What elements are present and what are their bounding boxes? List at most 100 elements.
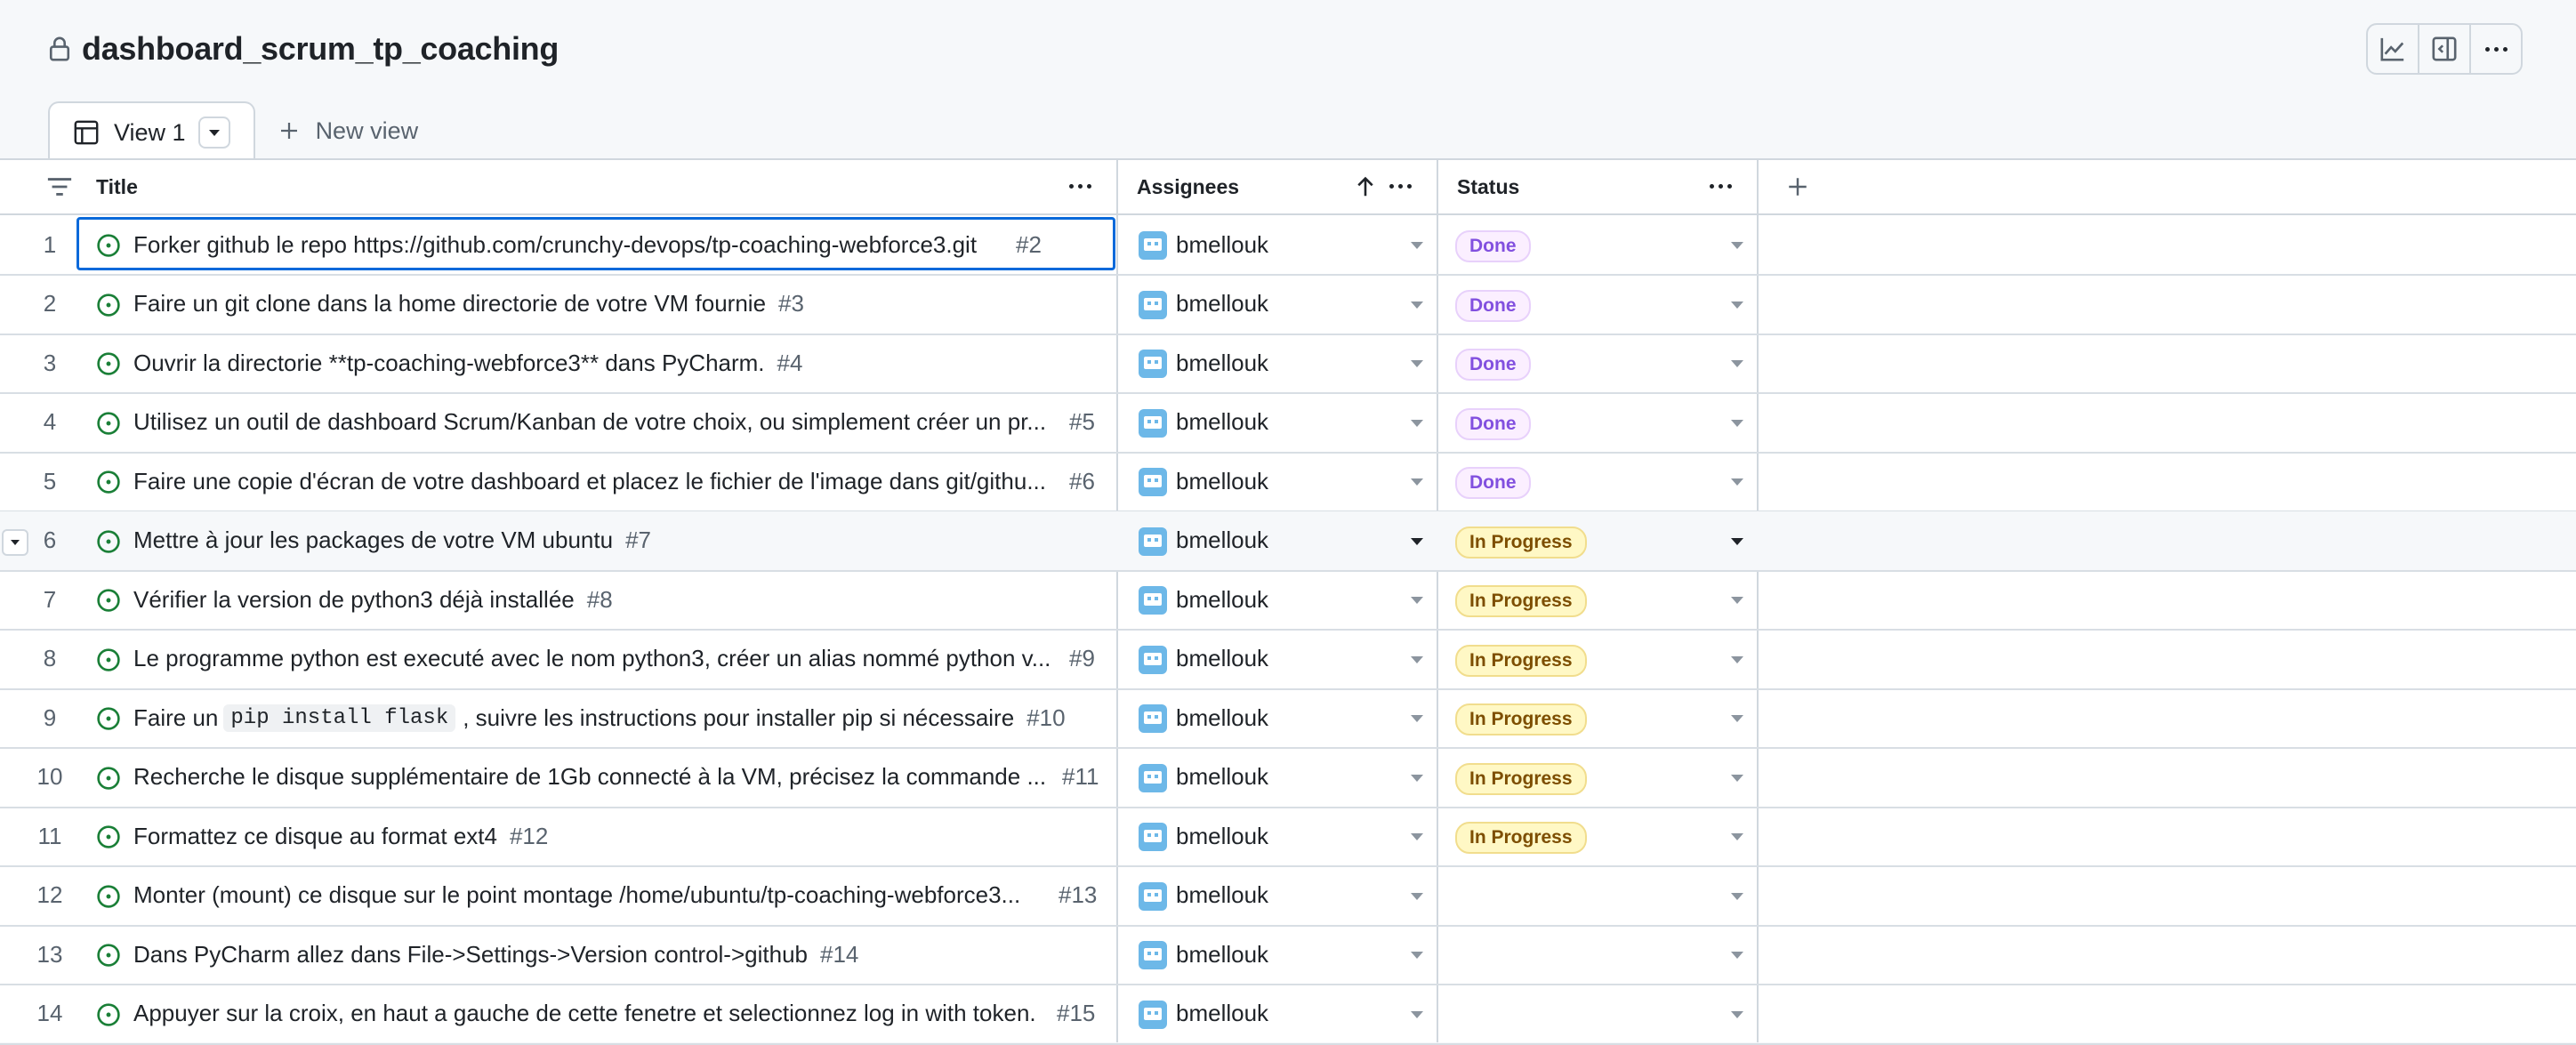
table-row[interactable]: 9 Faire un pip install flask, suivre les i… — [0, 688, 2576, 749]
assignees-column-menu-icon[interactable] — [1389, 184, 1412, 189]
table-row[interactable]: 4 Utilisez un outil de dashboard Scrum/Ka… — [0, 393, 2576, 454]
issue-title-link[interactable]: Faire un pip install flask, suivre les in… — [133, 688, 1066, 747]
status-dropdown-icon[interactable] — [1731, 833, 1743, 840]
assignee-dropdown-icon[interactable] — [1411, 537, 1423, 545]
assignee-dropdown-icon[interactable] — [1411, 774, 1423, 782]
issue-title-link[interactable]: Appuyer sur la croix, en haut a gauche d… — [133, 985, 1036, 1043]
issue-title-link[interactable]: Vérifier la version de python3 déjà inst… — [133, 570, 613, 629]
issue-number[interactable]: #4 — [777, 350, 803, 377]
assignee-name[interactable]: bmellouk — [1176, 570, 1268, 629]
add-field-button[interactable] — [1786, 160, 1809, 213]
issue-number[interactable]: #2 — [1016, 215, 1042, 274]
assignee-name[interactable]: bmellouk — [1176, 866, 1268, 925]
issue-number[interactable]: #3 — [778, 290, 804, 318]
status-dropdown-icon[interactable] — [1731, 715, 1743, 722]
status-dropdown-icon[interactable] — [1731, 655, 1743, 663]
issue-number[interactable]: #10 — [1026, 704, 1065, 732]
issue-title-link[interactable]: Dans PyCharm allez dans File->Settings->… — [133, 925, 858, 984]
issue-number[interactable]: #5 — [1069, 393, 1095, 452]
issue-number[interactable]: #13 — [1059, 866, 1097, 925]
assignee-name[interactable]: bmellouk — [1176, 807, 1268, 865]
assignee-name[interactable]: bmellouk — [1176, 748, 1268, 807]
issue-title-link[interactable]: Mettre à jour les packages de votre VM u… — [133, 511, 651, 570]
issue-title-link[interactable]: Recherche le disque supplémentaire de 1G… — [133, 748, 1046, 807]
assignee-dropdown-icon[interactable] — [1411, 655, 1423, 663]
assignee-dropdown-icon[interactable] — [1411, 833, 1423, 840]
table-row[interactable]: 2 Faire un git clone dans la home directo… — [0, 275, 2576, 335]
status-dropdown-icon[interactable] — [1731, 774, 1743, 782]
status-dropdown-icon[interactable] — [1731, 537, 1743, 545]
tab-menu-button[interactable] — [197, 117, 230, 149]
assignee-dropdown-icon[interactable] — [1411, 715, 1423, 722]
status-dropdown-icon[interactable] — [1731, 952, 1743, 959]
assignee-dropdown-icon[interactable] — [1411, 1010, 1423, 1018]
new-view-button[interactable]: New view — [255, 101, 442, 160]
table-row[interactable]: 1 Forker github le repo https://github.co… — [0, 215, 2576, 276]
assignee-dropdown-icon[interactable] — [1411, 301, 1423, 309]
issue-title-link[interactable]: Faire une copie d'écran de votre dashboa… — [133, 452, 1046, 510]
assignee-name[interactable]: bmellouk — [1176, 452, 1268, 510]
column-header-title[interactable]: Title — [96, 160, 138, 213]
table-row[interactable]: 10 Recherche le disque supplémentaire de … — [0, 748, 2576, 808]
table-row[interactable]: 11 Formattez ce disque au format ext4 #12 b… — [0, 807, 2576, 867]
assignee-dropdown-icon[interactable] — [1411, 597, 1423, 604]
assignee-name[interactable]: bmellouk — [1176, 393, 1268, 452]
insights-button[interactable] — [2368, 25, 2419, 73]
table-row[interactable]: 5 Faire une copie d'écran de votre dashbo… — [0, 452, 2576, 512]
assignee-dropdown-icon[interactable] — [1411, 952, 1423, 959]
status-dropdown-icon[interactable] — [1731, 478, 1743, 486]
issue-number[interactable]: #8 — [587, 586, 613, 614]
issue-title-link[interactable]: Utilisez un outil de dashboard Scrum/Kan… — [133, 393, 1046, 452]
table-row[interactable]: 8 Le programme python est executé avec le… — [0, 630, 2576, 690]
issue-number[interactable]: #15 — [1057, 985, 1095, 1043]
issue-number[interactable]: #6 — [1069, 452, 1095, 510]
assignee-name[interactable]: bmellouk — [1176, 630, 1268, 688]
assignee-name[interactable]: bmellouk — [1176, 511, 1268, 570]
assignee-name[interactable]: bmellouk — [1176, 925, 1268, 984]
column-header-status[interactable]: Status — [1457, 160, 1519, 213]
filter-button[interactable] — [46, 160, 73, 213]
issue-title-link[interactable]: Formattez ce disque au format ext4 #12 — [133, 807, 548, 865]
assignee-name[interactable]: bmellouk — [1176, 688, 1268, 747]
table-row[interactable]: 12 Monter (mount) ce disque sur le point … — [0, 866, 2576, 927]
issue-title-link[interactable]: Le programme python est executé avec le … — [133, 630, 1051, 688]
status-column-menu-icon[interactable] — [1710, 184, 1732, 189]
tab-view-1[interactable]: View 1 — [48, 101, 255, 162]
issue-title-link[interactable]: Forker github le repo https://github.com… — [133, 215, 977, 274]
status-dropdown-icon[interactable] — [1731, 360, 1743, 367]
title-column-menu-icon[interactable] — [1069, 184, 1091, 189]
assignee-name[interactable]: bmellouk — [1176, 275, 1268, 334]
status-dropdown-icon[interactable] — [1731, 242, 1743, 249]
status-dropdown-icon[interactable] — [1731, 301, 1743, 309]
avatar — [1139, 586, 1167, 615]
assignee-name[interactable]: bmellouk — [1176, 215, 1268, 274]
issue-number[interactable]: #14 — [820, 941, 858, 969]
column-header-assignees[interactable]: Assignees — [1137, 160, 1239, 213]
assignee-dropdown-icon[interactable] — [1411, 478, 1423, 486]
issue-title-link[interactable]: Monter (mount) ce disque sur le point mo… — [133, 866, 1020, 925]
table-row[interactable]: 3 Ouvrir la directorie **tp-coaching-webf… — [0, 334, 2576, 394]
issue-number[interactable]: #12 — [510, 823, 548, 850]
table-row[interactable]: 7 Vérifier la version de python3 déjà ins… — [0, 570, 2576, 631]
status-dropdown-icon[interactable] — [1731, 419, 1743, 427]
table-row[interactable]: 13 Dans PyCharm allez dans File->Settings… — [0, 925, 2576, 985]
status-dropdown-icon[interactable] — [1731, 597, 1743, 604]
assignee-dropdown-icon[interactable] — [1411, 892, 1423, 900]
assignee-dropdown-icon[interactable] — [1411, 360, 1423, 367]
assignee-dropdown-icon[interactable] — [1411, 419, 1423, 427]
issue-number[interactable]: #7 — [625, 527, 651, 554]
assignee-name[interactable]: bmellouk — [1176, 334, 1268, 392]
more-options-button[interactable] — [2471, 25, 2521, 73]
issue-title-link[interactable]: Faire un git clone dans la home director… — [133, 275, 804, 334]
status-dropdown-icon[interactable] — [1731, 1010, 1743, 1018]
table-row[interactable]: 14 Appuyer sur la croix, en haut a gauche… — [0, 985, 2576, 1045]
status-dropdown-icon[interactable] — [1731, 892, 1743, 900]
side-panel-button[interactable] — [2419, 25, 2471, 73]
table-row[interactable]: 6 Mettre à jour les packages de votre VM … — [0, 510, 2576, 572]
issue-title-link[interactable]: Ouvrir la directorie **tp-coaching-webfo… — [133, 334, 802, 392]
issue-opened-icon — [97, 470, 120, 494]
assignee-name[interactable]: bmellouk — [1176, 985, 1268, 1043]
issue-number[interactable]: #9 — [1069, 630, 1095, 688]
issue-number[interactable]: #11 — [1062, 748, 1099, 807]
assignee-dropdown-icon[interactable] — [1411, 242, 1423, 249]
